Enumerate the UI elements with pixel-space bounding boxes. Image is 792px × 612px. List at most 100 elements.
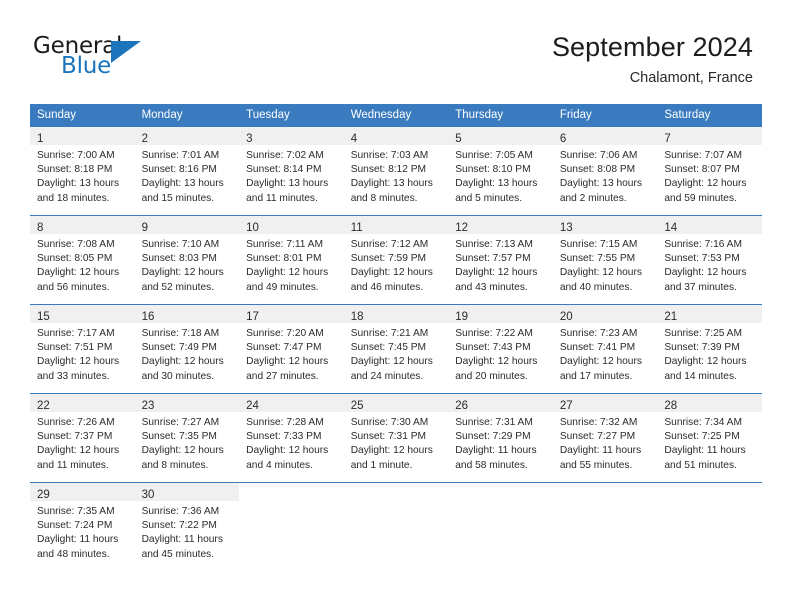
calendar-day-cell[interactable]: 20 Sunrise: 7:23 AM Sunset: 7:41 PM Dayligh… bbox=[552, 304, 658, 394]
day-cell-content: 19 Sunrise: 7:22 AM Sunset: 7:43 PM Dayligh… bbox=[448, 305, 553, 393]
sunrise-time: Sunrise: 7:07 AM bbox=[664, 150, 742, 161]
calendar-day-cell[interactable]: 3 Sunrise: 7:02 AM Sunset: 8:14 PM Daylight… bbox=[239, 126, 344, 216]
day-cell-content: 11 Sunrise: 7:12 AM Sunset: 7:59 PM Dayligh… bbox=[343, 216, 449, 304]
daylight-duration-line1: Daylight: 11 hours bbox=[37, 534, 119, 546]
calendar-day-cell[interactable]: 15 Sunrise: 7:17 AM Sunset: 7:51 PM Dayligh… bbox=[30, 304, 135, 394]
sunset-time: Sunset: 8:10 PM bbox=[455, 164, 531, 176]
calendar-day-cell[interactable]: 8 Sunrise: 7:08 AM Sunset: 8:05 PM Daylight… bbox=[30, 215, 135, 305]
weekday-header-sunday: Sunday bbox=[30, 104, 135, 127]
daylight-duration-line2: and 8 minutes. bbox=[141, 459, 209, 471]
calendar-day-cell[interactable]: 28 Sunrise: 7:34 AM Sunset: 7:25 PM Dayligh… bbox=[657, 393, 762, 483]
calendar-day-cell[interactable]: 14 Sunrise: 7:16 AM Sunset: 7:53 PM Dayligh… bbox=[657, 215, 762, 305]
calendar-day-cell[interactable]: 2 Sunrise: 7:01 AM Sunset: 8:16 PM Daylight… bbox=[134, 126, 240, 216]
daylight-duration-line1: Daylight: 13 hours bbox=[37, 178, 120, 190]
calendar-day-cell[interactable]: 6 Sunrise: 7:06 AM Sunset: 8:08 PM Daylight… bbox=[552, 126, 658, 216]
sunrise-time: Sunrise: 7:00 AM bbox=[37, 150, 115, 161]
day-cell-content: 28 Sunrise: 7:34 AM Sunset: 7:25 PM Dayligh… bbox=[657, 394, 762, 482]
sunrise-time: Sunrise: 7:03 AM bbox=[350, 150, 429, 161]
calendar-day-cell[interactable]: 7 Sunrise: 7:07 AM Sunset: 8:07 PM Daylight… bbox=[657, 126, 762, 216]
daylight-duration-line2: and 5 minutes. bbox=[455, 192, 523, 204]
day-sun-info: Sunrise: 7:28 AM Sunset: 7:33 PM Daylight:… bbox=[239, 412, 344, 473]
sunset-time: Sunset: 8:01 PM bbox=[246, 253, 322, 265]
sunrise-time: Sunrise: 7:05 AM bbox=[455, 150, 533, 161]
calendar-day-cell[interactable]: 11 Sunrise: 7:12 AM Sunset: 7:59 PM Dayligh… bbox=[343, 215, 449, 305]
day-number: 21 bbox=[664, 311, 678, 323]
calendar-day-cell[interactable]: 12 Sunrise: 7:13 AM Sunset: 7:57 PM Dayligh… bbox=[448, 215, 553, 305]
daylight-duration-line2: and 40 minutes. bbox=[559, 281, 633, 293]
day-sun-info: Sunrise: 7:05 AM Sunset: 8:10 PM Daylight:… bbox=[448, 145, 553, 206]
daylight-duration-line2: and 8 minutes. bbox=[350, 192, 418, 204]
day-number-band: 8 bbox=[30, 216, 135, 234]
day-sun-info: Sunrise: 7:03 AM Sunset: 8:12 PM Daylight:… bbox=[344, 145, 449, 206]
calendar-day-cell[interactable]: 5 Sunrise: 7:05 AM Sunset: 8:10 PM Daylight… bbox=[448, 126, 553, 216]
daylight-duration-line1: Daylight: 12 hours bbox=[559, 356, 642, 368]
calendar-day-cell[interactable]: 21 Sunrise: 7:25 AM Sunset: 7:39 PM Dayligh… bbox=[657, 304, 762, 394]
calendar-day-cell[interactable]: 16 Sunrise: 7:18 AM Sunset: 7:49 PM Dayligh… bbox=[134, 304, 240, 394]
day-cell-content: 9 Sunrise: 7:10 AM Sunset: 8:03 PM Daylight… bbox=[134, 216, 240, 304]
daylight-duration-line1: Daylight: 12 hours bbox=[141, 267, 224, 279]
day-number-band: 5 bbox=[448, 127, 553, 145]
calendar-day-cell[interactable]: 22 Sunrise: 7:26 AM Sunset: 7:37 PM Dayligh… bbox=[30, 393, 135, 483]
daylight-duration-line2: and 46 minutes. bbox=[350, 281, 424, 293]
day-cell-content: 22 Sunrise: 7:26 AM Sunset: 7:37 PM Dayligh… bbox=[30, 394, 135, 482]
daylight-duration-line2: and 59 minutes. bbox=[664, 192, 737, 204]
calendar-day-cell[interactable]: 23 Sunrise: 7:27 AM Sunset: 7:35 PM Dayligh… bbox=[134, 393, 240, 483]
calendar-day-cell[interactable]: 30 Sunrise: 7:36 AM Sunset: 7:22 PM Dayligh… bbox=[134, 482, 240, 569]
day-sun-info: Sunrise: 7:01 AM Sunset: 8:16 PM Daylight:… bbox=[135, 145, 240, 206]
daylight-duration-line2: and 14 minutes. bbox=[664, 370, 737, 382]
day-number-band: 26 bbox=[448, 394, 553, 412]
sunrise-time: Sunrise: 7:12 AM bbox=[350, 239, 429, 250]
day-cell-content: 26 Sunrise: 7:31 AM Sunset: 7:29 PM Dayligh… bbox=[448, 394, 553, 482]
daylight-duration-line2: and 4 minutes. bbox=[246, 459, 313, 471]
day-number-band: 13 bbox=[552, 216, 658, 234]
day-cell-content: 8 Sunrise: 7:08 AM Sunset: 8:05 PM Daylight… bbox=[30, 216, 135, 304]
day-cell-content: 20 Sunrise: 7:23 AM Sunset: 7:41 PM Dayligh… bbox=[552, 305, 658, 393]
day-number: 19 bbox=[455, 311, 469, 323]
day-sun-info: Sunrise: 7:27 AM Sunset: 7:35 PM Daylight:… bbox=[135, 412, 240, 473]
sunrise-time: Sunrise: 7:22 AM bbox=[455, 328, 533, 339]
daylight-duration-line1: Daylight: 12 hours bbox=[350, 267, 433, 279]
day-number-band: 11 bbox=[343, 216, 449, 234]
sunset-time: Sunset: 8:03 PM bbox=[141, 253, 217, 265]
calendar-day-cell[interactable]: 4 Sunrise: 7:03 AM Sunset: 8:12 PM Daylight… bbox=[343, 126, 449, 216]
calendar-day-cell[interactable]: 26 Sunrise: 7:31 AM Sunset: 7:29 PM Dayligh… bbox=[448, 393, 553, 483]
calendar-day-cell[interactable]: 1 Sunrise: 7:00 AM Sunset: 8:18 PM Daylight… bbox=[30, 126, 135, 216]
day-sun-info: Sunrise: 7:10 AM Sunset: 8:03 PM Daylight:… bbox=[135, 234, 240, 295]
sunrise-time: Sunrise: 7:11 AM bbox=[246, 239, 323, 250]
day-number: 16 bbox=[141, 311, 155, 323]
day-number-band: 3 bbox=[239, 127, 344, 145]
sunset-time: Sunset: 7:31 PM bbox=[350, 431, 427, 443]
calendar-day-cell[interactable]: 18 Sunrise: 7:21 AM Sunset: 7:45 PM Dayligh… bbox=[343, 304, 449, 394]
day-number-band: 30 bbox=[134, 483, 240, 501]
calendar-day-cell[interactable]: 9 Sunrise: 7:10 AM Sunset: 8:03 PM Daylight… bbox=[134, 215, 240, 305]
day-number: 25 bbox=[350, 400, 364, 412]
day-number: 5 bbox=[455, 133, 462, 145]
calendar-day-cell[interactable]: 19 Sunrise: 7:22 AM Sunset: 7:43 PM Dayligh… bbox=[448, 304, 553, 394]
day-number-band: 21 bbox=[657, 305, 762, 323]
day-number-band: 1 bbox=[30, 127, 135, 145]
sunrise-time: Sunrise: 7:17 AM bbox=[37, 328, 115, 339]
sunset-time: Sunset: 7:22 PM bbox=[141, 520, 217, 532]
calendar-day-cell[interactable]: 13 Sunrise: 7:15 AM Sunset: 7:55 PM Dayligh… bbox=[552, 215, 658, 305]
day-sun-info: Sunrise: 7:31 AM Sunset: 7:29 PM Daylight:… bbox=[448, 412, 553, 473]
calendar-day-cell[interactable]: 25 Sunrise: 7:30 AM Sunset: 7:31 PM Dayligh… bbox=[343, 393, 449, 483]
calendar-day-cell[interactable]: 29 Sunrise: 7:35 AM Sunset: 7:24 PM Dayligh… bbox=[30, 482, 135, 569]
brand-name-blue: Blue bbox=[61, 53, 112, 79]
calendar-day-cell[interactable]: 24 Sunrise: 7:28 AM Sunset: 7:33 PM Dayligh… bbox=[239, 393, 344, 483]
day-number: 28 bbox=[664, 400, 678, 412]
sunrise-time: Sunrise: 7:26 AM bbox=[37, 417, 115, 428]
calendar-day-cell[interactable]: 10 Sunrise: 7:11 AM Sunset: 8:01 PM Dayligh… bbox=[239, 215, 344, 305]
daylight-duration-line2: and 33 minutes. bbox=[37, 370, 110, 382]
sunrise-time: Sunrise: 7:23 AM bbox=[559, 328, 638, 339]
calendar-week-row: 15 Sunrise: 7:17 AM Sunset: 7:51 PM Dayligh… bbox=[30, 304, 762, 394]
weekday-header-row: Sunday Monday Tuesday Wednesday Thursday… bbox=[30, 104, 762, 127]
sunset-time: Sunset: 7:37 PM bbox=[37, 431, 113, 443]
sunset-time: Sunset: 7:45 PM bbox=[350, 342, 427, 354]
day-cell-content: 4 Sunrise: 7:03 AM Sunset: 8:12 PM Daylight… bbox=[343, 127, 449, 215]
day-cell-content: 18 Sunrise: 7:21 AM Sunset: 7:45 PM Dayligh… bbox=[343, 305, 449, 393]
daylight-duration-line2: and 20 minutes. bbox=[455, 370, 528, 382]
brand-logo: General Blue bbox=[33, 33, 213, 85]
sunset-time: Sunset: 7:43 PM bbox=[455, 342, 531, 354]
calendar-day-cell[interactable]: 27 Sunrise: 7:32 AM Sunset: 7:27 PM Dayligh… bbox=[552, 393, 658, 483]
calendar-day-cell[interactable]: 17 Sunrise: 7:20 AM Sunset: 7:47 PM Dayligh… bbox=[239, 304, 344, 394]
